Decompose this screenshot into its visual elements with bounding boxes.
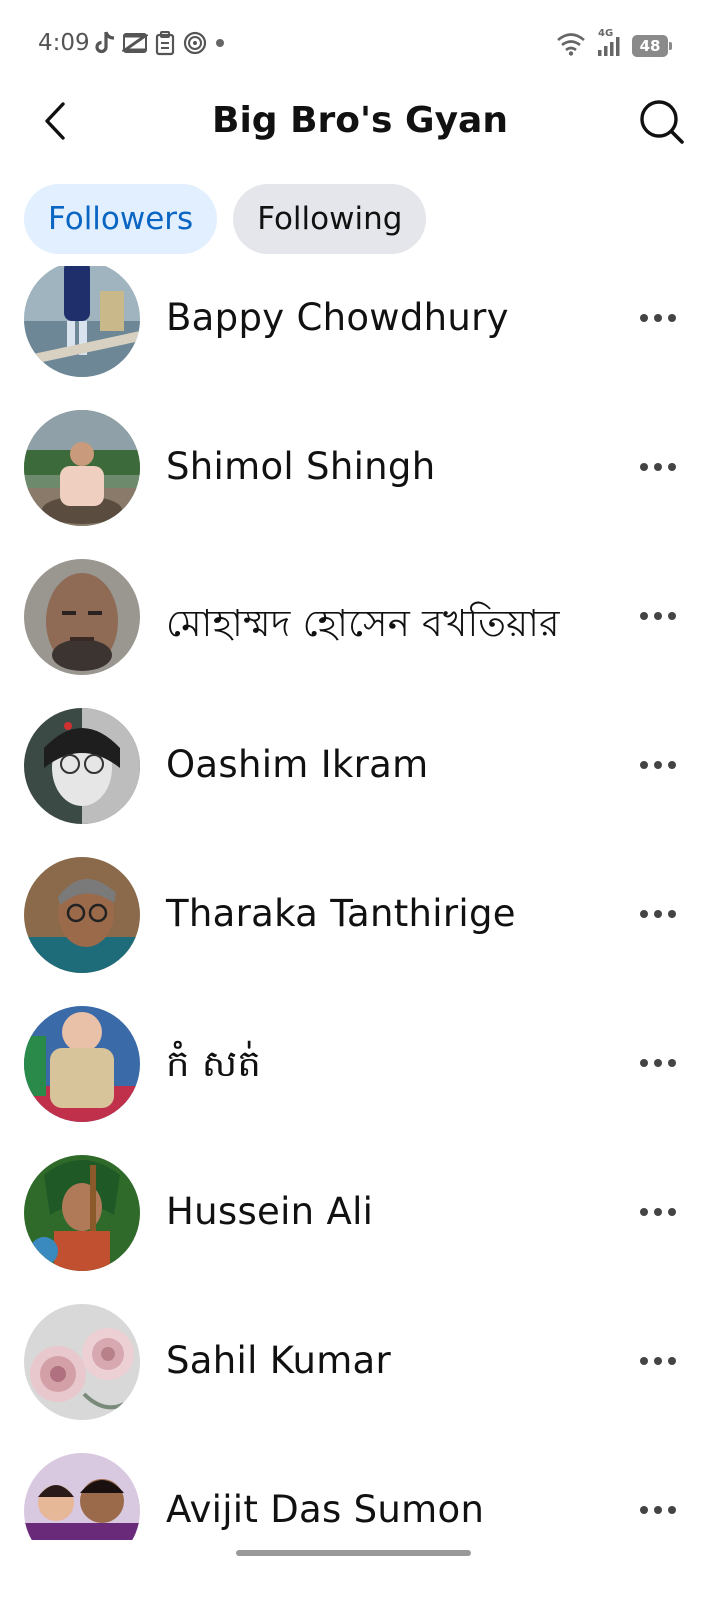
signal-icon: 4G xyxy=(596,28,622,58)
more-options-button[interactable] xyxy=(638,598,678,634)
tab-following[interactable]: Following xyxy=(233,184,427,254)
person-name: Shimol Shingh xyxy=(166,445,436,488)
avatar[interactable] xyxy=(24,559,140,675)
more-options-button[interactable] xyxy=(638,1343,678,1379)
system-icons: 4G 48 xyxy=(556,28,672,60)
more-options-button[interactable] xyxy=(638,1194,678,1230)
page-title: Big Bro's Gyan xyxy=(212,100,508,141)
list-item[interactable]: Avijit Das Sumon xyxy=(0,1436,720,1540)
header: Big Bro's Gyan xyxy=(0,90,720,156)
tab-bar: Followers Following xyxy=(24,184,427,254)
more-options-button[interactable] xyxy=(638,747,678,783)
list-item[interactable]: মোহাম্মদ হোসেন বখতিয়ার xyxy=(0,542,720,691)
more-options-button[interactable] xyxy=(638,1045,678,1081)
clipboard-icon xyxy=(154,30,176,56)
avatar[interactable] xyxy=(24,1453,140,1540)
person-name: Avijit Das Sumon xyxy=(166,1488,485,1531)
status-time: 4:09 xyxy=(38,30,90,56)
capcut-icon xyxy=(122,32,148,54)
spiral-icon xyxy=(182,30,208,56)
more-options-button[interactable] xyxy=(638,896,678,932)
person-name: Hussein Ali xyxy=(166,1190,374,1233)
list-item[interactable]: កំ សត់ xyxy=(0,989,720,1138)
avatar[interactable] xyxy=(24,857,140,973)
person-name: Sahil Kumar xyxy=(166,1339,392,1382)
home-indicator[interactable] xyxy=(236,1550,471,1556)
wifi-icon xyxy=(556,32,586,60)
search-icon xyxy=(638,98,686,150)
tab-followers[interactable]: Followers xyxy=(24,184,218,254)
person-name: Tharaka Tanthirige xyxy=(166,892,516,935)
avatar[interactable] xyxy=(24,266,140,377)
list-item[interactable]: Tharaka Tanthirige xyxy=(0,840,720,989)
more-options-button[interactable] xyxy=(638,449,678,485)
person-name: កំ សត់ xyxy=(166,1042,262,1085)
list-item[interactable]: Oashim Ikram xyxy=(0,691,720,840)
network-type: 4G xyxy=(598,28,614,39)
list-item[interactable]: Hussein Ali xyxy=(0,1138,720,1287)
person-name: Oashim Ikram xyxy=(166,743,429,786)
status-bar: 4:09 4G 48 xyxy=(0,0,720,90)
tiktok-icon xyxy=(94,30,116,56)
battery-icon: 48 xyxy=(632,35,672,57)
followers-list[interactable]: Bappy Chowdhury Shimol Shingh মোহাম্মদ হ… xyxy=(0,266,720,1540)
avatar[interactable] xyxy=(24,1304,140,1420)
search-button[interactable] xyxy=(634,96,690,152)
list-item[interactable]: Sahil Kumar xyxy=(0,1287,720,1436)
notification-icons xyxy=(94,30,226,56)
person-name: Bappy Chowdhury xyxy=(166,296,509,339)
dot-icon xyxy=(214,30,226,56)
more-options-button[interactable] xyxy=(638,1492,678,1528)
list-item[interactable]: Bappy Chowdhury xyxy=(0,266,720,393)
avatar[interactable] xyxy=(24,708,140,824)
avatar[interactable] xyxy=(24,410,140,526)
list-item[interactable]: Shimol Shingh xyxy=(0,393,720,542)
more-options-button[interactable] xyxy=(638,300,678,336)
avatar[interactable] xyxy=(24,1006,140,1122)
person-name: মোহাম্মদ হোসেন বখতিয়ার xyxy=(166,602,560,645)
avatar[interactable] xyxy=(24,1155,140,1271)
